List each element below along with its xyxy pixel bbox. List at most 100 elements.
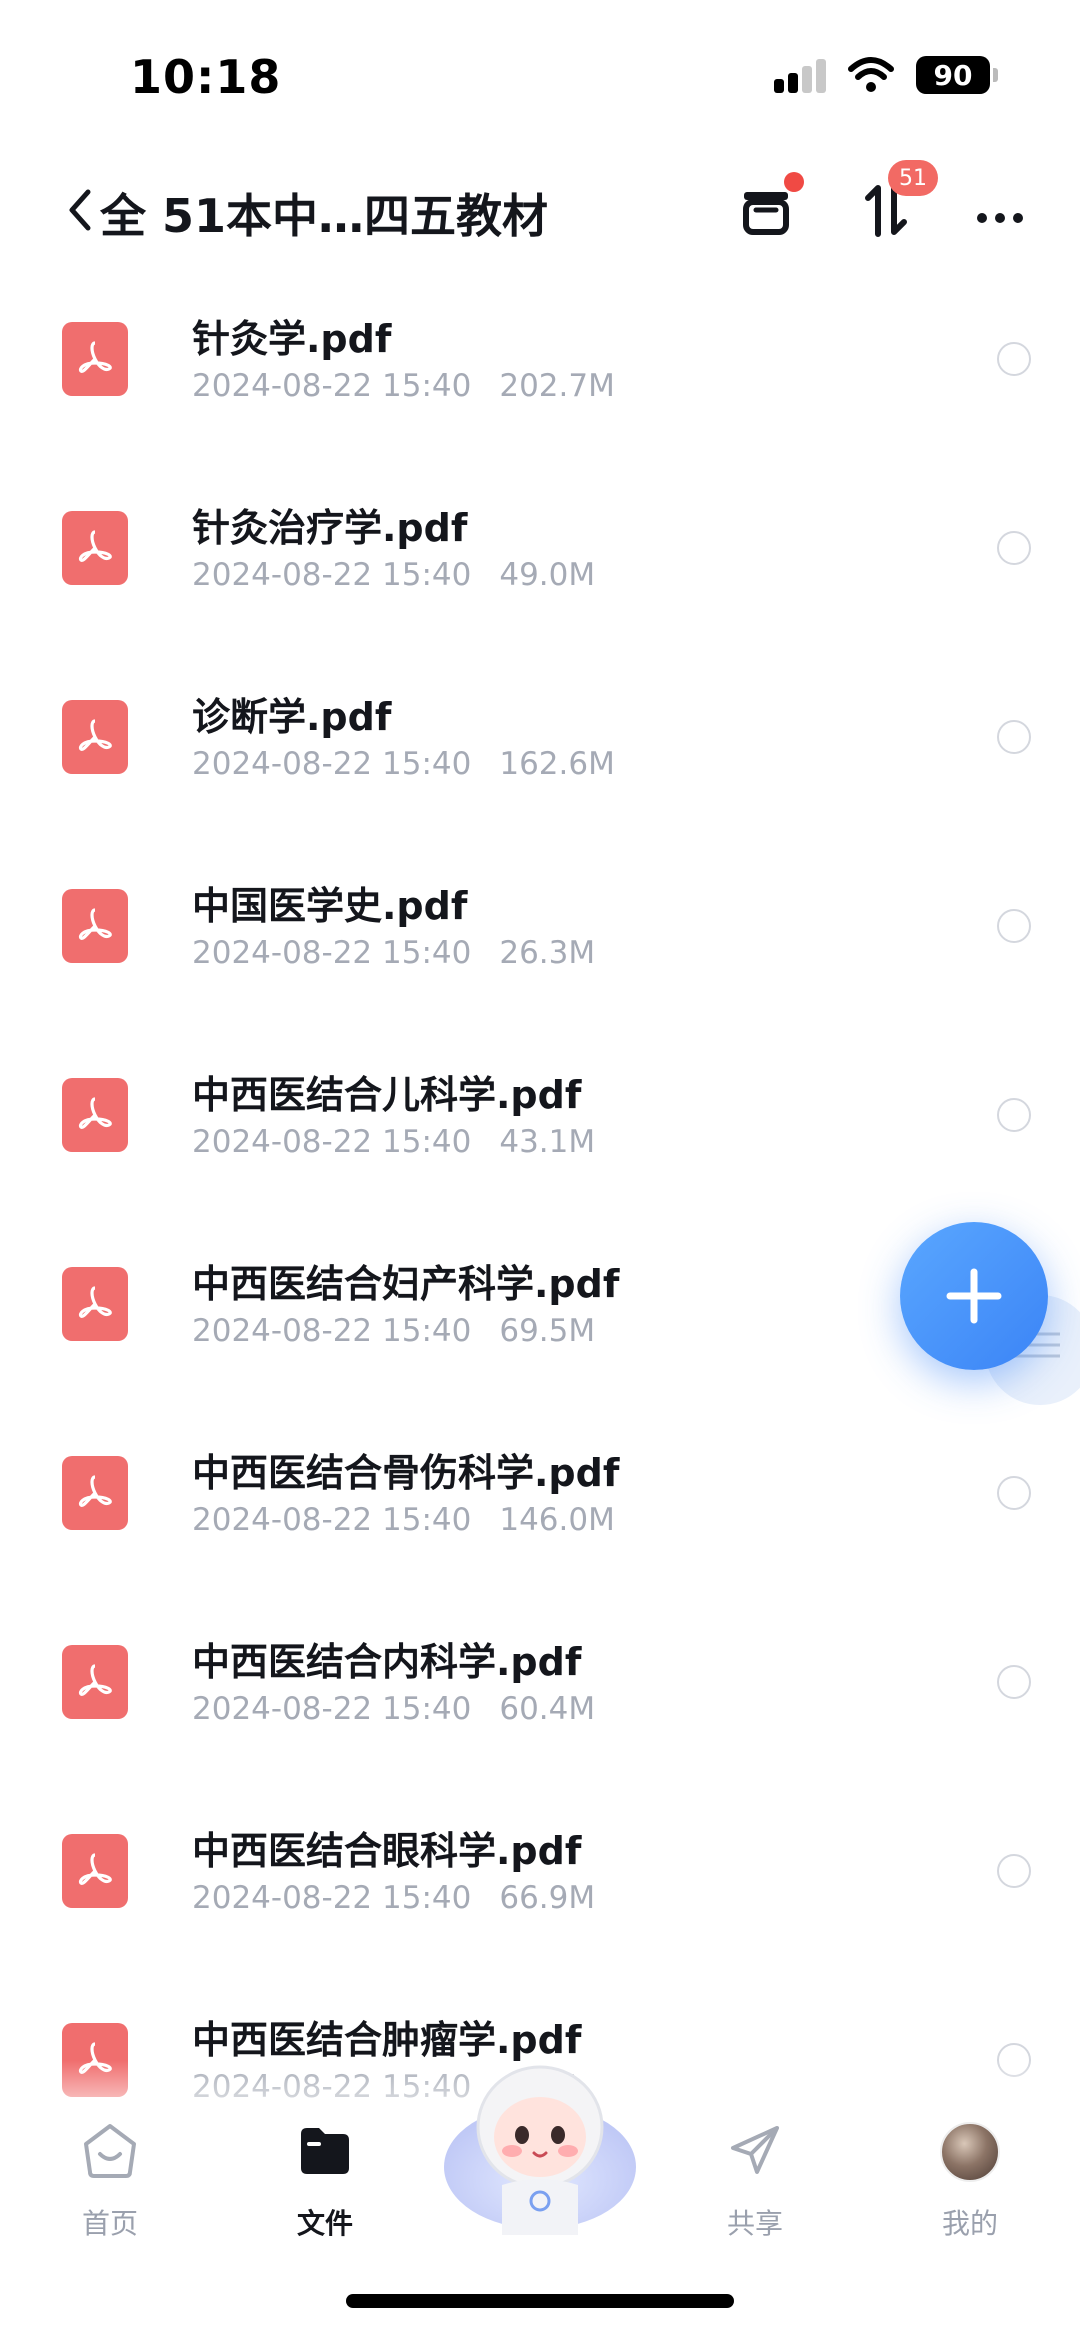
tab-files[interactable]: 文件 — [255, 2120, 395, 2250]
tab-home-label: 首页 — [81, 2207, 138, 2240]
tab-share-label: 共享 — [726, 2207, 783, 2240]
page-title: 全 51本中…四五教材 — [100, 189, 549, 243]
file-meta: 2024-08-22 15:40 49.0M — [192, 557, 595, 593]
acrobat-icon — [78, 719, 112, 751]
more-button[interactable] — [962, 172, 1038, 248]
select-checkbox[interactable] — [997, 531, 1031, 565]
select-checkbox[interactable] — [997, 909, 1031, 943]
pdf-file-icon — [62, 1834, 128, 1908]
tab-share[interactable]: 共享 — [685, 2120, 825, 2250]
file-date: 2024-08-22 15:40 — [192, 1691, 472, 1727]
file-date: 2024-08-22 15:40 — [192, 1880, 472, 1916]
file-date: 2024-08-22 15:40 — [192, 1124, 472, 1160]
file-row[interactable]: 中西医结合骨伤科学.pdf 2024-08-22 15:40 146.0M — [0, 1422, 1080, 1611]
file-meta: 2024-08-22 15:40 66.9M — [192, 1880, 595, 1916]
folder-icon — [301, 2128, 349, 2174]
file-name: 中国医学史.pdf — [192, 884, 468, 928]
more-dots-icon — [977, 213, 1023, 223]
file-size: 43.1M — [499, 1124, 596, 1160]
file-name: 针灸治疗学.pdf — [192, 506, 468, 550]
file-name: 中西医结合内科学.pdf — [192, 1640, 582, 1684]
plus-icon — [946, 1268, 1002, 1324]
file-date: 2024-08-22 15:40 — [192, 746, 472, 782]
file-size: 26.3M — [499, 935, 596, 971]
cellular-signal-icon — [774, 57, 826, 93]
select-checkbox[interactable] — [997, 1854, 1031, 1888]
file-name: 诊断学.pdf — [192, 695, 392, 739]
file-date: 2024-08-22 15:40 — [192, 368, 472, 404]
pdf-file-icon — [62, 1267, 128, 1341]
file-meta: 2024-08-22 15:40 146.0M — [192, 1502, 615, 1538]
file-size: 60.4M — [499, 1691, 596, 1727]
file-meta: 2024-08-22 15:40 202.7M — [192, 368, 615, 404]
file-size: 66.9M — [499, 1880, 596, 1916]
select-checkbox[interactable] — [997, 1665, 1031, 1699]
pdf-file-icon — [62, 511, 128, 585]
acrobat-icon — [78, 1853, 112, 1885]
file-list: 针灸学.pdf 2024-08-22 15:40 202.7M 针灸治疗学.pdf 20… — [0, 288, 1080, 2178]
file-row[interactable]: 诊断学.pdf 2024-08-22 15:40 162.6M — [0, 666, 1080, 855]
file-meta: 2024-08-22 15:40 162.6M — [192, 746, 615, 782]
status-bar: 10:18 90 — [0, 0, 1080, 150]
file-row[interactable]: 针灸治疗学.pdf 2024-08-22 15:40 49.0M — [0, 477, 1080, 666]
notification-dot — [784, 172, 804, 192]
select-checkbox[interactable] — [997, 1476, 1031, 1510]
file-name: 中西医结合妇产科学.pdf — [192, 1262, 620, 1306]
acrobat-icon — [78, 1286, 112, 1318]
tab-files-label: 文件 — [296, 2207, 353, 2240]
acrobat-icon — [78, 1097, 112, 1129]
paper-plane-icon — [731, 2126, 779, 2174]
transfer-count-badge: 51 — [888, 160, 938, 196]
file-row[interactable]: 中国医学史.pdf 2024-08-22 15:40 26.3M — [0, 855, 1080, 1044]
wifi-icon — [848, 57, 894, 92]
file-size: 146.0M — [499, 1502, 615, 1538]
mascot-assistant-button[interactable] — [440, 2055, 640, 2235]
file-meta: 2024-08-22 15:40 26.3M — [192, 935, 595, 971]
file-size: 69.5M — [499, 1313, 596, 1349]
acrobat-icon — [78, 530, 112, 562]
back-arrow-icon[interactable] — [60, 180, 100, 240]
tab-mine[interactable]: 我的 — [900, 2120, 1040, 2250]
file-meta: 2024-08-22 15:40 43.1M — [192, 1124, 595, 1160]
file-size: 202.7M — [499, 368, 615, 404]
file-date: 2024-08-22 15:40 — [192, 557, 472, 593]
file-size: 49.0M — [499, 557, 596, 593]
home-indicator — [346, 2294, 734, 2308]
file-row[interactable]: 中西医结合儿科学.pdf 2024-08-22 15:40 43.1M — [0, 1044, 1080, 1233]
battery-indicator: 90 — [916, 56, 998, 94]
pdf-file-icon — [62, 700, 128, 774]
pdf-file-icon — [62, 1078, 128, 1152]
file-name: 中西医结合骨伤科学.pdf — [192, 1451, 620, 1495]
file-name: 中西医结合儿科学.pdf — [192, 1073, 582, 1117]
status-icons: 90 — [774, 56, 998, 94]
file-row[interactable]: 中西医结合内科学.pdf 2024-08-22 15:40 60.4M — [0, 1611, 1080, 1800]
home-icon — [84, 2124, 136, 2178]
acrobat-icon — [78, 1475, 112, 1507]
acrobat-icon — [78, 908, 112, 940]
pdf-file-icon — [62, 322, 128, 396]
avatar — [940, 2122, 1000, 2182]
select-checkbox[interactable] — [997, 342, 1031, 376]
select-checkbox[interactable] — [997, 720, 1031, 754]
pdf-file-icon — [62, 1645, 128, 1719]
pdf-file-icon — [62, 889, 128, 963]
file-size: 162.6M — [499, 746, 615, 782]
acrobat-icon — [78, 1664, 112, 1696]
tab-mine-label: 我的 — [941, 2207, 998, 2240]
add-button[interactable] — [900, 1222, 1048, 1370]
file-row[interactable]: 针灸学.pdf 2024-08-22 15:40 202.7M — [0, 288, 1080, 477]
file-date: 2024-08-22 15:40 — [192, 1313, 472, 1349]
file-date: 2024-08-22 15:40 — [192, 935, 472, 971]
file-date: 2024-08-22 15:40 — [192, 1502, 472, 1538]
pdf-file-icon — [62, 1456, 128, 1530]
tab-home[interactable]: 首页 — [40, 2120, 180, 2250]
file-name: 针灸学.pdf — [192, 317, 392, 361]
acrobat-icon — [78, 341, 112, 373]
file-meta: 2024-08-22 15:40 69.5M — [192, 1313, 595, 1349]
select-checkbox[interactable] — [997, 1098, 1031, 1132]
transfer-box-button[interactable] — [730, 172, 806, 248]
file-meta: 2024-08-22 15:40 60.4M — [192, 1691, 595, 1727]
file-name: 中西医结合眼科学.pdf — [192, 1829, 582, 1873]
status-time: 10:18 — [130, 50, 282, 104]
file-row[interactable]: 中西医结合眼科学.pdf 2024-08-22 15:40 66.9M — [0, 1800, 1080, 1989]
